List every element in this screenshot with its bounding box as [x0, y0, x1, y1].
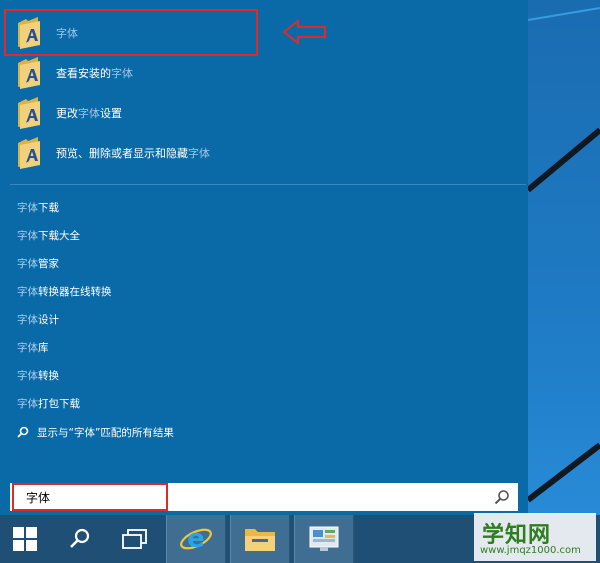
watermark: 学知网 www.jmqz1000.com	[474, 513, 596, 561]
start-button[interactable]	[0, 515, 50, 563]
svg-text:e: e	[187, 524, 205, 554]
result-app-label: 预览、删除或者显示和隐藏字体	[56, 147, 210, 160]
taskbar-app-control-panel[interactable]	[294, 515, 354, 563]
result-app-label: 查看安装的字体	[56, 67, 133, 80]
task-view-icon	[122, 529, 147, 549]
result-app-label: 更改字体设置	[56, 107, 122, 120]
show-all-results-label: 显示与“字体”匹配的所有结果	[37, 426, 174, 439]
web-suggestion[interactable]: 字体管家	[17, 256, 59, 272]
fonts-folder-icon	[16, 137, 44, 169]
highlight-annotation-box	[4, 9, 258, 56]
web-suggestion[interactable]: 字体库	[17, 340, 49, 356]
search-box[interactable]	[10, 483, 518, 511]
results-divider	[10, 184, 526, 185]
result-app-view-installed-fonts[interactable]: 查看安装的字体	[10, 53, 310, 93]
web-suggestion[interactable]: 字体打包下载	[17, 396, 80, 412]
file-explorer-folder-icon	[245, 529, 275, 551]
web-suggestion[interactable]: 字体转换器在线转换	[17, 284, 112, 300]
web-suggestion[interactable]: 字体下载大全	[17, 228, 80, 244]
left-arrow-annotation-icon	[282, 19, 326, 45]
web-suggestion[interactable]: 字体下载	[17, 200, 59, 216]
fonts-folder-icon	[16, 57, 44, 89]
fonts-folder-icon	[16, 97, 44, 129]
watermark-url: www.jmqz1000.com	[480, 545, 581, 556]
task-view-button[interactable]	[110, 515, 160, 563]
show-all-results-link[interactable]: 显示与“字体”匹配的所有结果	[17, 424, 174, 440]
search-icon[interactable]	[494, 489, 510, 505]
search-icon	[17, 426, 29, 438]
search-icon	[70, 528, 90, 548]
result-app-change-font-settings[interactable]: 更改字体设置	[10, 93, 310, 133]
taskbar-app-file-explorer[interactable]	[230, 515, 290, 563]
control-panel-icon	[309, 526, 339, 551]
web-suggestion[interactable]: 字体转换	[17, 368, 59, 384]
windows-logo-icon	[13, 527, 37, 551]
search-input[interactable]	[18, 487, 474, 507]
start-menu-panel: 字体 查看安装的字体 更改字体设置 预览、删除或者显示和隐藏字体 字体下载 字体…	[0, 0, 528, 515]
web-suggestion[interactable]: 字体设计	[17, 312, 59, 328]
taskbar-search-button[interactable]	[56, 515, 104, 563]
result-app-preview-fonts[interactable]: 预览、删除或者显示和隐藏字体	[10, 133, 430, 173]
taskbar-app-internet-explorer[interactable]: e	[166, 515, 226, 563]
internet-explorer-icon: e	[180, 524, 212, 554]
